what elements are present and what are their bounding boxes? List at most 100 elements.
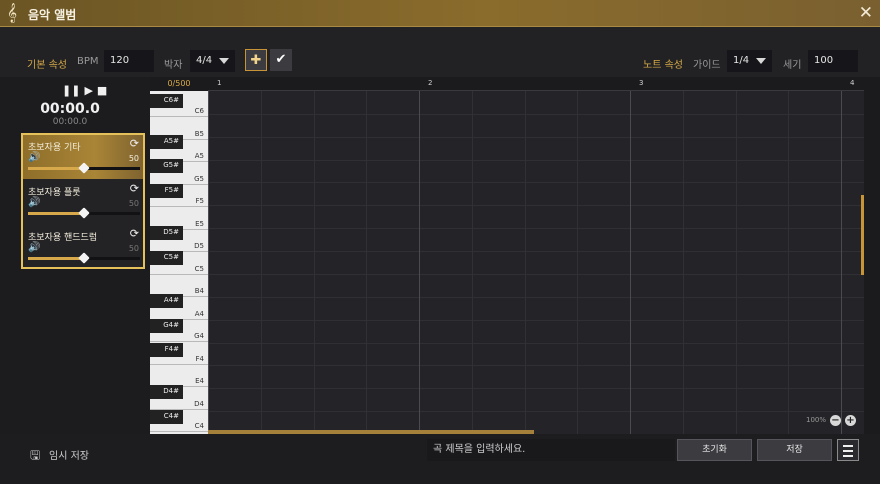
key-label: A5 <box>194 152 204 160</box>
key-label: E4 <box>195 377 204 385</box>
track-item[interactable]: 초보자용 기타 ⟳ 🔊 50 <box>23 135 143 179</box>
note-props-label: 노트 속성 <box>643 60 683 71</box>
grid-lines <box>208 91 864 434</box>
slider-handle[interactable] <box>78 252 90 264</box>
add-note-button[interactable]: ✚ <box>245 49 267 71</box>
key-label: D5# <box>163 228 179 236</box>
track-volume-value: 50 <box>128 199 139 208</box>
piano-key-black[interactable]: A5# <box>150 135 183 149</box>
note-counter: 0/500 <box>150 77 208 91</box>
speaker-icon[interactable]: 🔊 <box>28 242 40 253</box>
piano-keyboard: 0/500 C6 B5 A5 G5 F5 E5 D5 C5 B4 A4 G4 F4 E4 D4 C4 C6# A… <box>150 77 208 434</box>
key-label: F4# <box>164 345 179 353</box>
stop-icon[interactable]: ■ <box>97 84 107 97</box>
key-label: B4 <box>194 287 204 295</box>
piano-key-black[interactable]: C6# <box>150 94 183 108</box>
strength-label: 세기 <box>783 60 802 71</box>
save-button[interactable]: 저장 <box>757 439 832 461</box>
treble-clef-icon: 𝄞 <box>7 3 18 23</box>
key-label: D4# <box>163 387 179 395</box>
key-label: C4# <box>163 412 179 420</box>
key-label: C5# <box>163 253 179 261</box>
bpm-label: BPM <box>77 56 99 67</box>
hamburger-menu-icon[interactable] <box>837 439 859 461</box>
key-label: C5 <box>194 264 204 273</box>
pause-icon[interactable]: ❚❚ <box>62 84 80 97</box>
piano-key-white[interactable]: E4 <box>150 365 208 387</box>
guide-label: 가이드 <box>693 60 721 71</box>
key-label: C4 <box>194 422 204 430</box>
total-time: 00:00.0 <box>52 117 88 127</box>
bpm-input[interactable]: 120 <box>104 50 154 72</box>
zoom-level: 100% <box>806 416 827 424</box>
key-label: D4 <box>194 399 204 408</box>
key-label: G5 <box>194 174 204 183</box>
toolbar: 기본 속성 BPM 120 박자 4/4 ✚ ✔ 노트 속성 가이드 1/4 세… <box>0 27 880 77</box>
plus-icon[interactable]: + <box>845 415 856 426</box>
piano-key-black[interactable]: D4# <box>150 385 183 399</box>
guide-select-value: 1/4 <box>733 55 750 66</box>
track-volume-value: 50 <box>128 244 139 253</box>
vertical-scrollbar[interactable] <box>861 195 864 275</box>
chevron-down-icon <box>756 58 766 64</box>
piano-key-black[interactable]: F5# <box>150 184 183 198</box>
piano-key-black[interactable]: G4# <box>150 319 183 333</box>
loop-icon[interactable]: ⟳ <box>130 137 139 150</box>
chevron-down-icon <box>219 58 229 64</box>
song-title-input[interactable]: 곡 제목을 입력하세요. <box>427 439 675 461</box>
playback-time: 00:00.0 <box>40 101 100 117</box>
reset-button[interactable]: 초기화 <box>677 439 752 461</box>
footer: 🖫 임시 저장 곡 제목을 입력하세요. 초기화 저장 <box>0 434 880 484</box>
beat-select[interactable]: 4/4 <box>190 50 235 72</box>
measure-number: 4 <box>850 79 855 87</box>
track-panel: ❚❚ ▶ ■ 00:00.0 00:00.0 초보자용 기타 ⟳ 🔊 50 초보자용 플룻 ⟳… <box>0 77 150 434</box>
key-label: B5 <box>194 129 204 138</box>
floppy-disk-icon[interactable]: 🖫 <box>30 446 40 467</box>
piano-key-black[interactable]: C4# <box>150 410 183 424</box>
key-label: E5 <box>195 219 204 228</box>
track-item[interactable]: 초보자용 플룻 ⟳ 🔊 50 <box>23 180 143 224</box>
measure-ruler: 1 2 3 4 <box>208 77 864 91</box>
piano-key-black[interactable]: F4# <box>150 343 183 357</box>
track-volume-value: 50 <box>128 154 139 163</box>
temp-save-button[interactable]: 임시 저장 <box>49 447 89 462</box>
key-label: C6# <box>163 96 179 104</box>
check-icon: ✔ <box>275 52 287 67</box>
key-label: F4 <box>195 354 204 363</box>
key-label: A4 <box>194 309 204 318</box>
play-icon[interactable]: ▶ <box>84 84 92 97</box>
slider-handle[interactable] <box>78 207 90 219</box>
speaker-icon[interactable]: 🔊 <box>28 197 40 208</box>
plus-icon: ✚ <box>250 53 262 68</box>
note-grid[interactable]: 1 2 3 4 <box>208 77 864 434</box>
beat-label: 박자 <box>164 60 183 71</box>
guide-select[interactable]: 1/4 <box>727 50 772 72</box>
volume-slider[interactable] <box>28 162 140 174</box>
loop-icon[interactable]: ⟳ <box>130 227 139 240</box>
volume-slider[interactable] <box>28 207 140 219</box>
window-title: 음악 앨범 <box>28 8 77 22</box>
piano-key-black[interactable]: D5# <box>150 226 183 240</box>
basic-props-label: 기본 속성 <box>27 60 67 71</box>
strength-input[interactable]: 100 <box>808 50 858 72</box>
key-label: G4 <box>194 332 204 340</box>
slider-handle[interactable] <box>78 162 90 174</box>
key-label: G4# <box>163 321 179 329</box>
measure-number: 3 <box>639 79 644 87</box>
minus-icon[interactable]: − <box>830 415 841 426</box>
transport-controls: ❚❚ ▶ ■ <box>62 84 111 98</box>
piano-key-black[interactable]: A4# <box>150 294 183 308</box>
track-item[interactable]: 초보자용 핸드드럼 ⟳ 🔊 50 <box>23 225 143 269</box>
measure-number: 2 <box>428 79 433 87</box>
key-label: A5# <box>163 137 179 145</box>
volume-slider[interactable] <box>28 252 140 264</box>
piano-key-black[interactable]: G5# <box>150 159 183 173</box>
key-label: C6 <box>194 107 204 115</box>
close-icon[interactable]: ✕ <box>859 3 873 23</box>
speaker-icon[interactable]: 🔊 <box>28 152 40 163</box>
loop-icon[interactable]: ⟳ <box>130 182 139 195</box>
piano-key-black[interactable]: C5# <box>150 251 183 265</box>
confirm-button[interactable]: ✔ <box>270 49 292 71</box>
key-label: F5 <box>195 197 204 205</box>
track-list: 초보자용 기타 ⟳ 🔊 50 초보자용 플룻 ⟳ 🔊 50 초보자용 핸드드럼 ⟳ 🔊 50 <box>21 133 145 269</box>
